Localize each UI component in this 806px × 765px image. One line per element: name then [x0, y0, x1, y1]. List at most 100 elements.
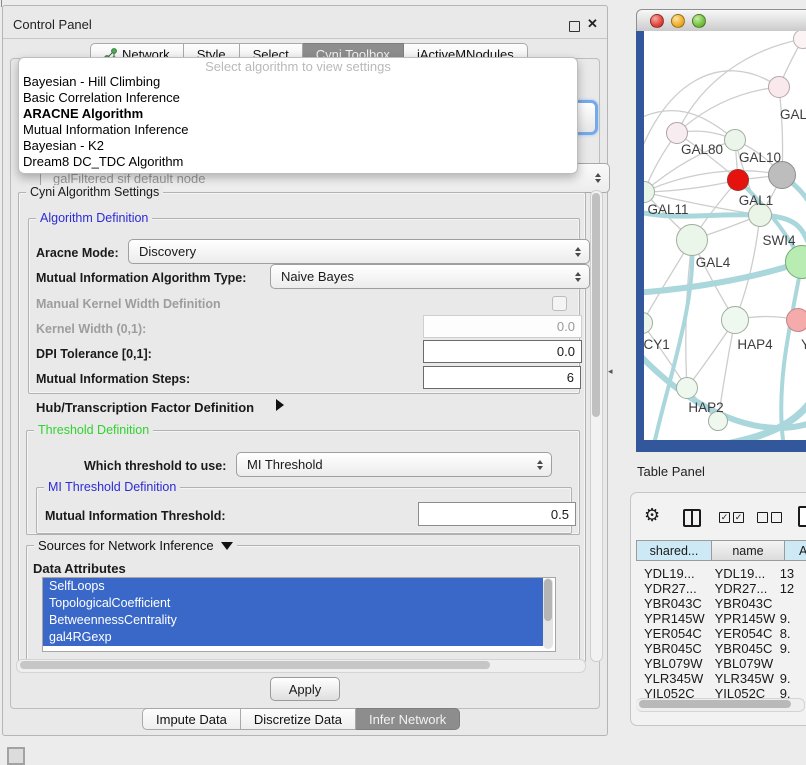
- settings-hscrollbar-thumb[interactable]: [20, 661, 490, 669]
- network-node[interactable]: [721, 306, 749, 334]
- tab-label: Infer Network: [369, 712, 446, 727]
- network-node[interactable]: [644, 181, 655, 203]
- tab-impute-data[interactable]: Impute Data: [142, 708, 241, 730]
- deselect-all-checkboxes-icon[interactable]: [757, 512, 782, 523]
- settings-vertical-scrollbar[interactable]: [590, 190, 603, 662]
- list-item[interactable]: TopologicalCoefficient: [43, 595, 543, 612]
- data-attributes-list[interactable]: SelfLoops TopologicalCoefficient Between…: [42, 577, 556, 652]
- network-node-label: HAP2: [688, 400, 723, 415]
- table-row[interactable]: YPR145W YPR145W 9.: [636, 611, 806, 626]
- close-traffic-light[interactable]: [650, 14, 664, 28]
- cell-shared-name: YBL079W: [636, 656, 711, 671]
- combo-arrows-icon: [575, 272, 581, 282]
- hub-section-label: Hub/Transcription Factor Definition: [36, 400, 254, 415]
- algorithm-option-selected[interactable]: ARACNE Algorithm: [19, 106, 577, 122]
- dpi-tolerance-field[interactable]: 0.0: [423, 340, 582, 363]
- cell-shared-name: YBR045C: [636, 641, 711, 656]
- network-node-label: GAL11: [647, 202, 688, 217]
- list-item[interactable]: gal4RGexp: [43, 629, 543, 646]
- algorithm-option[interactable]: Dream8 DC_TDC Algorithm: [19, 154, 577, 170]
- network-node[interactable]: [724, 129, 746, 151]
- table-row[interactable]: YBL079W YBL079W: [636, 656, 806, 671]
- table-row[interactable]: YBR045C YBR045C 9.: [636, 641, 806, 656]
- cell-value: 12: [778, 581, 806, 596]
- cell-name: YBR045C: [711, 641, 778, 656]
- list-item[interactable]: SelfLoops: [43, 578, 543, 595]
- zoom-traffic-light[interactable]: [692, 14, 706, 28]
- column-header-partial[interactable]: A: [784, 540, 806, 561]
- table-row[interactable]: YDR27... YDR27... 12: [636, 581, 806, 596]
- cell-value: 9.: [778, 641, 806, 656]
- table-row[interactable]: YDL19... YDL19... 13: [636, 566, 806, 581]
- new-table-icon[interactable]: [798, 506, 806, 527]
- network-node[interactable]: [768, 161, 796, 189]
- cell-name: YDR27...: [711, 581, 778, 596]
- network-node[interactable]: [666, 122, 688, 144]
- mi-steps-field[interactable]: 6: [423, 366, 581, 389]
- algorithm-option[interactable]: Basic Correlation Inference: [19, 90, 577, 106]
- settings-horizontal-scrollbar[interactable]: [16, 659, 586, 673]
- network-node[interactable]: [768, 76, 790, 98]
- table-row[interactable]: YLR345W YLR345W 9.: [636, 671, 806, 686]
- network-node[interactable]: [644, 312, 653, 334]
- manual-kernel-checkbox[interactable]: [552, 296, 567, 311]
- table-horizontal-scrollbar[interactable]: [636, 698, 805, 712]
- algorithm-option[interactable]: Mutual Information Inference: [19, 122, 577, 138]
- tab-discretize-data[interactable]: Discretize Data: [241, 708, 356, 730]
- cell-shared-name: YBR043C: [636, 596, 711, 611]
- cell-value: 13: [778, 566, 806, 581]
- collapse-arrow-icon[interactable]: [221, 542, 233, 550]
- list-item[interactable]: BetweennessCentrality: [43, 612, 543, 629]
- network-node-label: SWI4: [762, 233, 795, 248]
- table-hscrollbar-thumb[interactable]: [639, 700, 791, 708]
- close-icon[interactable]: ✕: [587, 16, 598, 32]
- network-node-label: GAL4: [696, 255, 731, 270]
- algorithm-popup-placeholder: Select algorithm to view settings: [19, 60, 577, 74]
- select-all-checkboxes-icon[interactable]: ✓✓: [719, 512, 744, 523]
- cell-value: 9.: [778, 671, 806, 686]
- mi-type-combo[interactable]: Naive Bayes: [270, 264, 590, 289]
- float-window-icon[interactable]: [569, 21, 580, 32]
- network-node[interactable]: [727, 169, 749, 191]
- expand-arrow-icon[interactable]: [276, 399, 284, 411]
- column-header-name[interactable]: name: [711, 540, 785, 561]
- network-node[interactable]: [676, 224, 708, 256]
- algorithm-option[interactable]: Bayesian - Hill Climbing: [19, 74, 577, 90]
- combo-arrows-icon: [537, 460, 543, 470]
- tab-label: Discretize Data: [254, 712, 342, 727]
- cell-name: YBL079W: [711, 656, 778, 671]
- cell-shared-name: YPR145W: [636, 611, 711, 626]
- network-node-label: HAP4: [737, 337, 772, 352]
- network-window-titlebar[interactable]: [636, 9, 806, 33]
- tab-infer-network[interactable]: Infer Network: [356, 708, 460, 730]
- minimize-traffic-light[interactable]: [671, 14, 685, 28]
- list-scrollbar-thumb[interactable]: [544, 579, 552, 621]
- list-scrollbar[interactable]: [543, 578, 553, 649]
- tab-label: Impute Data: [156, 712, 227, 727]
- network-node[interactable]: [785, 245, 806, 279]
- network-node[interactable]: [793, 31, 806, 49]
- algorithm-option[interactable]: Bayesian - K2: [19, 138, 577, 154]
- kernel-width-value: 0.0: [557, 319, 575, 334]
- network-canvas[interactable]: GALGAL80GAL10GAL1GAL11SWI4GAL4GCY1HAP4YH…: [644, 31, 806, 440]
- which-threshold-combo[interactable]: MI Threshold: [236, 452, 552, 477]
- panel-splitter-arrow-icon[interactable]: ◂: [608, 366, 613, 377]
- threshold-definition-title: Threshold Definition: [34, 423, 153, 437]
- network-node[interactable]: [786, 308, 806, 332]
- table-row[interactable]: YER054C YER054C 8.: [636, 626, 806, 641]
- apply-button[interactable]: Apply: [270, 677, 340, 701]
- cyni-algorithm-settings-title: Cyni Algorithm Settings: [26, 185, 163, 199]
- minimized-panel-icon[interactable]: [7, 747, 25, 765]
- combo-arrows-icon: [575, 247, 581, 257]
- aracne-mode-combo[interactable]: Discovery: [128, 239, 590, 264]
- gear-icon[interactable]: ⚙: [644, 505, 660, 526]
- kernel-width-field[interactable]: 0.0: [423, 315, 582, 338]
- columns-icon[interactable]: [683, 509, 701, 527]
- apply-button-label: Apply: [289, 682, 322, 697]
- settings-scrollbar-thumb[interactable]: [592, 193, 600, 417]
- network-node[interactable]: [676, 377, 698, 399]
- network-node-label: GAL80: [681, 142, 723, 157]
- table-row[interactable]: YBR043C YBR043C: [636, 596, 806, 611]
- mi-threshold-field[interactable]: 0.5: [418, 502, 576, 526]
- column-header-shared[interactable]: shared...: [636, 540, 712, 561]
